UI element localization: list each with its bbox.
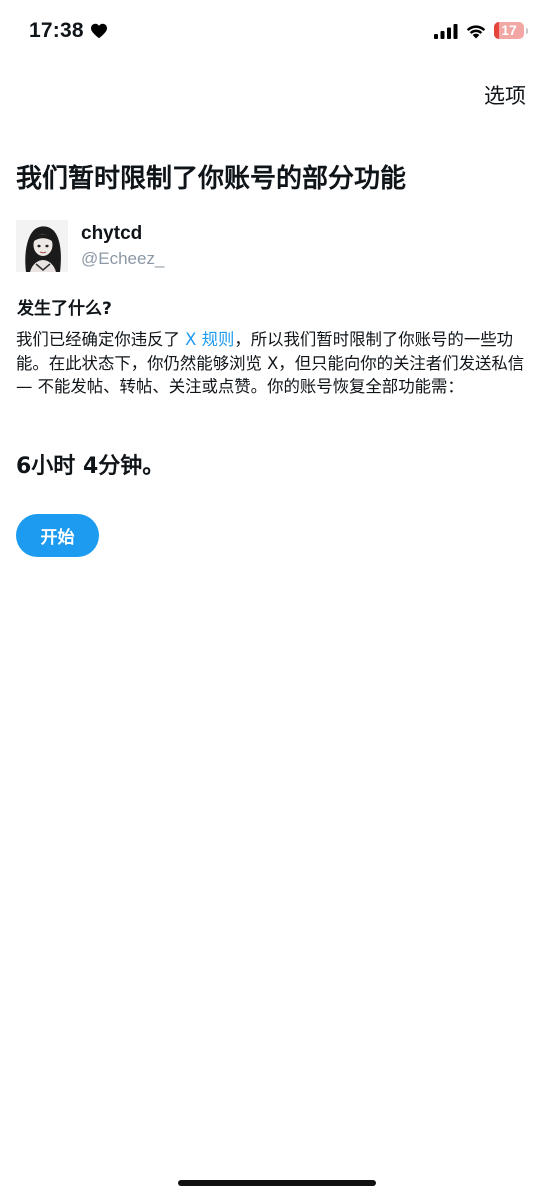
page-title: 我们暂时限制了你账号的部分功能 — [16, 164, 407, 194]
display-name: chytcd — [81, 223, 143, 244]
user-text: chytcd @Echeez_ — [81, 222, 164, 270]
battery-cap — [526, 27, 528, 34]
heart-icon — [90, 23, 108, 39]
home-indicator[interactable] — [178, 1180, 376, 1186]
section-heading: 发生了什么? — [17, 299, 112, 319]
battery-level: 17 — [501, 22, 517, 38]
status-time-group: 17:38 — [29, 19, 108, 43]
explanation-text: 我们已经确定你违反了 X 规则，所以我们暂时限制了你账号的一些功能。在此状态下，… — [16, 328, 536, 399]
x-rules-link[interactable]: X 规则 — [185, 330, 234, 349]
options-button[interactable]: 选项 — [484, 80, 526, 110]
avatar — [16, 220, 68, 272]
user-handle: @Echeez_ — [81, 249, 165, 268]
status-time: 17:38 — [29, 19, 84, 42]
restriction-countdown: 6小时 4分钟。 — [16, 454, 165, 479]
user-info: chytcd @Echeez_ — [16, 220, 164, 272]
battery-icon: 17 — [494, 22, 524, 39]
status-indicators: 17 — [434, 22, 528, 39]
explanation-text-start: 我们已经确定你违反了 — [16, 330, 186, 349]
cellular-signal-icon — [434, 23, 458, 39]
battery-fill — [494, 22, 500, 39]
start-button[interactable]: 开始 — [16, 514, 99, 557]
status-bar: 17:38 17 — [0, 0, 554, 62]
wifi-icon — [465, 23, 487, 39]
